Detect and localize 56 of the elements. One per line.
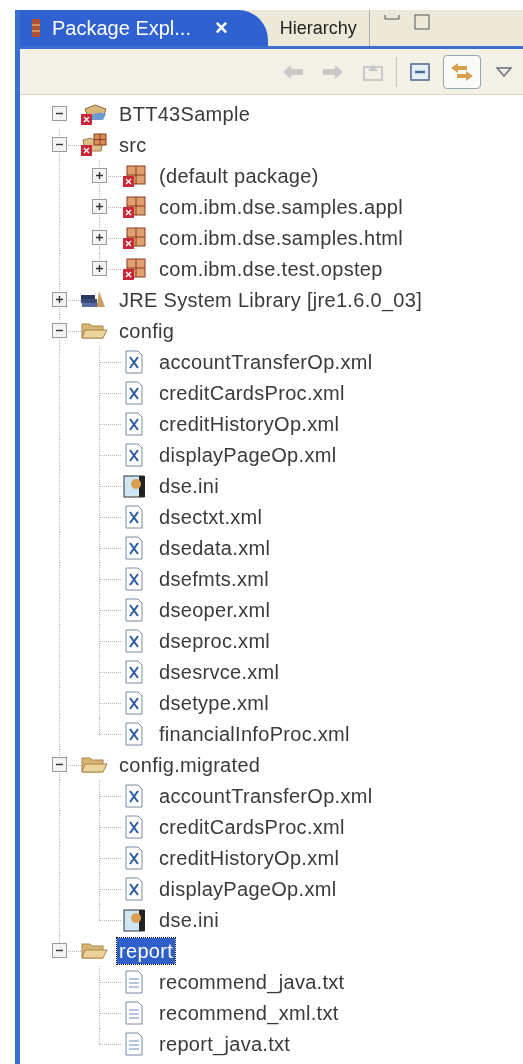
- tree-item[interactable]: config: [117, 317, 177, 344]
- close-button[interactable]: ×: [214, 17, 228, 39]
- expand-toggle[interactable]: [91, 168, 107, 183]
- left-arrow-icon: [281, 62, 305, 81]
- tree-item[interactable]: JRE System Library [jre1.6.0_03]: [117, 286, 425, 313]
- plus-icon: [94, 264, 104, 273]
- right-arrow-icon: [321, 62, 345, 81]
- tree-item[interactable]: accountTransferOp.xml: [157, 348, 375, 375]
- tree-item[interactable]: creditHistoryOp.xml: [157, 844, 342, 871]
- tree-item[interactable]: (default package): [157, 162, 321, 189]
- collapse-toggle[interactable]: [51, 943, 67, 958]
- expand-toggle[interactable]: [91, 199, 107, 214]
- down-triangle-icon: [496, 66, 512, 77]
- collapse-toggle[interactable]: [51, 757, 67, 772]
- tree-item[interactable]: dsedata.xml: [157, 534, 273, 561]
- collapse-toggle[interactable]: [51, 106, 67, 121]
- tree-item[interactable]: financialInfoProc.xml: [157, 720, 352, 747]
- tree-item[interactable]: config.migrated: [117, 751, 263, 778]
- tree-item[interactable]: dsesrvce.xml: [157, 658, 282, 685]
- tree-item[interactable]: dseoper.xml: [157, 596, 273, 623]
- tree-item[interactable]: recommend_java.txt: [157, 968, 347, 995]
- tree-item[interactable]: creditCardsProc.xml: [157, 379, 347, 406]
- plus-icon: [94, 171, 104, 180]
- plus-icon: [94, 202, 104, 211]
- package-explorer-icon: [30, 17, 42, 39]
- collapse-toggle[interactable]: [51, 137, 67, 152]
- tree-item[interactable]: com.ibm.dse.samples.html: [157, 224, 405, 251]
- tree-item[interactable]: displayPageOp.xml: [157, 875, 339, 902]
- linked-arrows-icon: [449, 60, 475, 83]
- expand-toggle[interactable]: [51, 292, 67, 307]
- tree-item[interactable]: dsetype.xml: [157, 689, 271, 716]
- source-folder-icon: [79, 131, 109, 158]
- tree-item[interactable]: creditCardsProc.xml: [157, 813, 347, 840]
- tree-item[interactable]: BTT43Sample: [117, 100, 253, 127]
- tree-item[interactable]: report: [117, 937, 176, 964]
- plus-icon: [54, 295, 64, 304]
- expand-toggle[interactable]: [91, 230, 107, 245]
- tree-item[interactable]: displayPageOp.xml: [157, 441, 339, 468]
- tree-item[interactable]: creditHistoryOp.xml: [157, 410, 342, 437]
- tree-item[interactable]: src: [117, 131, 149, 158]
- tab-title: Package Expl...: [52, 16, 191, 41]
- collapse-all-icon: [409, 61, 431, 82]
- tree-item[interactable]: dsefmts.xml: [157, 565, 271, 592]
- tree-item[interactable]: accountTransferOp.xml: [157, 782, 375, 809]
- plus-icon: [94, 233, 104, 242]
- tree-item[interactable]: dse.ini: [157, 906, 221, 933]
- tree-item[interactable]: dse.ini: [157, 472, 221, 499]
- tree-item[interactable]: dsectxt.xml: [157, 503, 265, 530]
- tab[interactable]: Package Expl... ×: [20, 10, 268, 46]
- tree-item[interactable]: report_java.txt: [157, 1030, 293, 1057]
- tree-item[interactable]: com.ibm.dse.samples.appl: [157, 193, 405, 220]
- tree-item[interactable]: com.ibm.dse.test.opstep: [157, 255, 385, 282]
- tree-item[interactable]: recommend_xml.txt: [157, 999, 341, 1026]
- expand-toggle[interactable]: [91, 261, 107, 276]
- tree-item[interactable]: dseproc.xml: [157, 627, 273, 654]
- collapse-toggle[interactable]: [51, 323, 67, 338]
